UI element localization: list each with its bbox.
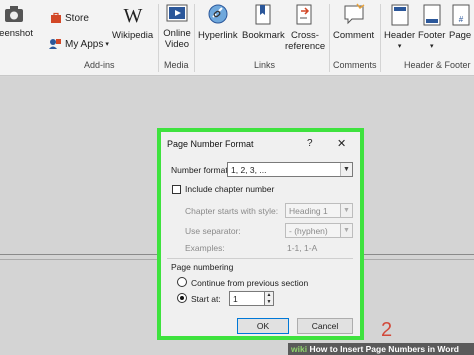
dialog-highlight: Page Number Format ? ✕ Number format: 1,… <box>157 128 364 340</box>
bookmark-button[interactable]: Bookmark <box>242 2 285 41</box>
step-number: 2 <box>381 319 393 341</box>
store-icon <box>51 12 61 23</box>
chevron-down-icon[interactable]: ▼ <box>265 299 273 306</box>
group-separator <box>158 4 159 72</box>
continue-label: Continue from previous section <box>191 278 309 288</box>
hyperlink-button[interactable]: Hyperlink <box>198 2 238 41</box>
group-separator <box>380 4 381 72</box>
group-separator <box>194 4 195 72</box>
my-apps-button[interactable]: My Apps ▾ <box>48 38 109 50</box>
include-chapter-label: Include chapter number <box>185 184 275 194</box>
separator-value: - (hyphen) <box>289 226 328 236</box>
number-format-label: Number format: <box>171 165 231 175</box>
group-label-addins: Add-ins <box>84 60 115 70</box>
wikipedia-button[interactable]: W Wikipedia <box>112 2 153 41</box>
continue-radio[interactable] <box>177 277 187 287</box>
chapter-style-select[interactable]: Heading 1 ▼ <box>285 203 353 218</box>
svg-text:#: # <box>459 15 464 24</box>
separator-label: Use separator: <box>185 226 241 236</box>
group-label-links: Links <box>254 60 276 70</box>
online-video-button[interactable]: Online Video <box>161 2 193 50</box>
close-button[interactable]: ✕ <box>337 137 346 150</box>
hyperlink-icon <box>208 4 228 24</box>
cross-reference-button[interactable]: Cross-reference <box>285 2 325 52</box>
footer-button[interactable]: Footer ▾ <box>418 2 445 52</box>
footer-icon <box>423 4 441 26</box>
cancel-button[interactable]: Cancel <box>297 318 353 334</box>
my-apps-icon <box>49 39 61 49</box>
dialog-title: Page Number Format <box>167 139 254 149</box>
page-number-icon: # <box>452 4 470 26</box>
chapter-style-label: Chapter starts with style: <box>185 206 279 216</box>
start-at-radio[interactable] <box>177 293 187 303</box>
page-number-format-dialog: Page Number Format ? ✕ Number format: 1,… <box>161 132 360 336</box>
start-at-stepper[interactable]: ▲ ▼ <box>264 291 274 306</box>
group-label-comments: Comments <box>333 60 377 70</box>
page-number-button[interactable]: # Page Numb <box>449 2 474 41</box>
store-button[interactable]: Store <box>50 12 89 24</box>
group-label-header-footer: Header & Footer <box>404 60 471 70</box>
svg-text:W: W <box>123 5 142 27</box>
caption-banner: wiki How to Insert Page Numbers in Word <box>288 343 474 355</box>
page-numbering-label: Page numbering <box>171 262 234 272</box>
caption-text: How to Insert Page Numbers in Word <box>309 344 459 354</box>
online-video-icon <box>166 4 188 22</box>
header-button[interactable]: Header ▾ <box>384 2 415 52</box>
section-divider <box>167 258 353 259</box>
number-format-value: 1, 2, 3, ... <box>231 165 267 175</box>
number-format-select[interactable]: 1, 2, 3, ... ▼ <box>227 162 353 177</box>
start-at-label: Start at: <box>191 294 221 304</box>
include-chapter-checkbox[interactable] <box>172 185 181 194</box>
group-separator <box>329 4 330 72</box>
screenshot-icon <box>5 6 24 22</box>
comment-button[interactable]: Comment <box>333 2 374 41</box>
ribbon: reenshot Store My Apps ▾ W Wikipedia Add… <box>0 0 474 76</box>
chevron-down-icon: ▼ <box>340 204 352 217</box>
dropdown-arrow-icon: ▾ <box>397 43 402 50</box>
help-button[interactable]: ? <box>307 138 313 149</box>
ok-button[interactable]: OK <box>237 318 289 334</box>
examples-label: Examples: <box>185 243 225 253</box>
caption-brand: wiki <box>291 344 308 354</box>
cross-reference-icon <box>296 4 312 25</box>
start-at-input[interactable]: 1 <box>229 291 265 306</box>
separator-select[interactable]: - (hyphen) ▼ <box>285 223 353 238</box>
chapter-style-value: Heading 1 <box>289 206 328 216</box>
wikipedia-icon: W <box>123 5 142 27</box>
chevron-down-icon: ▼ <box>340 224 352 237</box>
chevron-down-icon: ▼ <box>340 163 352 176</box>
dropdown-arrow-icon: ▾ <box>105 41 109 48</box>
group-label-media: Media <box>164 60 189 70</box>
examples-value: 1-1, 1-A <box>287 243 318 253</box>
bookmark-icon <box>255 4 271 25</box>
comment-icon <box>344 3 365 25</box>
header-icon <box>391 4 409 26</box>
dropdown-arrow-icon: ▾ <box>429 43 434 50</box>
screenshot-button[interactable]: reenshot <box>0 2 33 39</box>
